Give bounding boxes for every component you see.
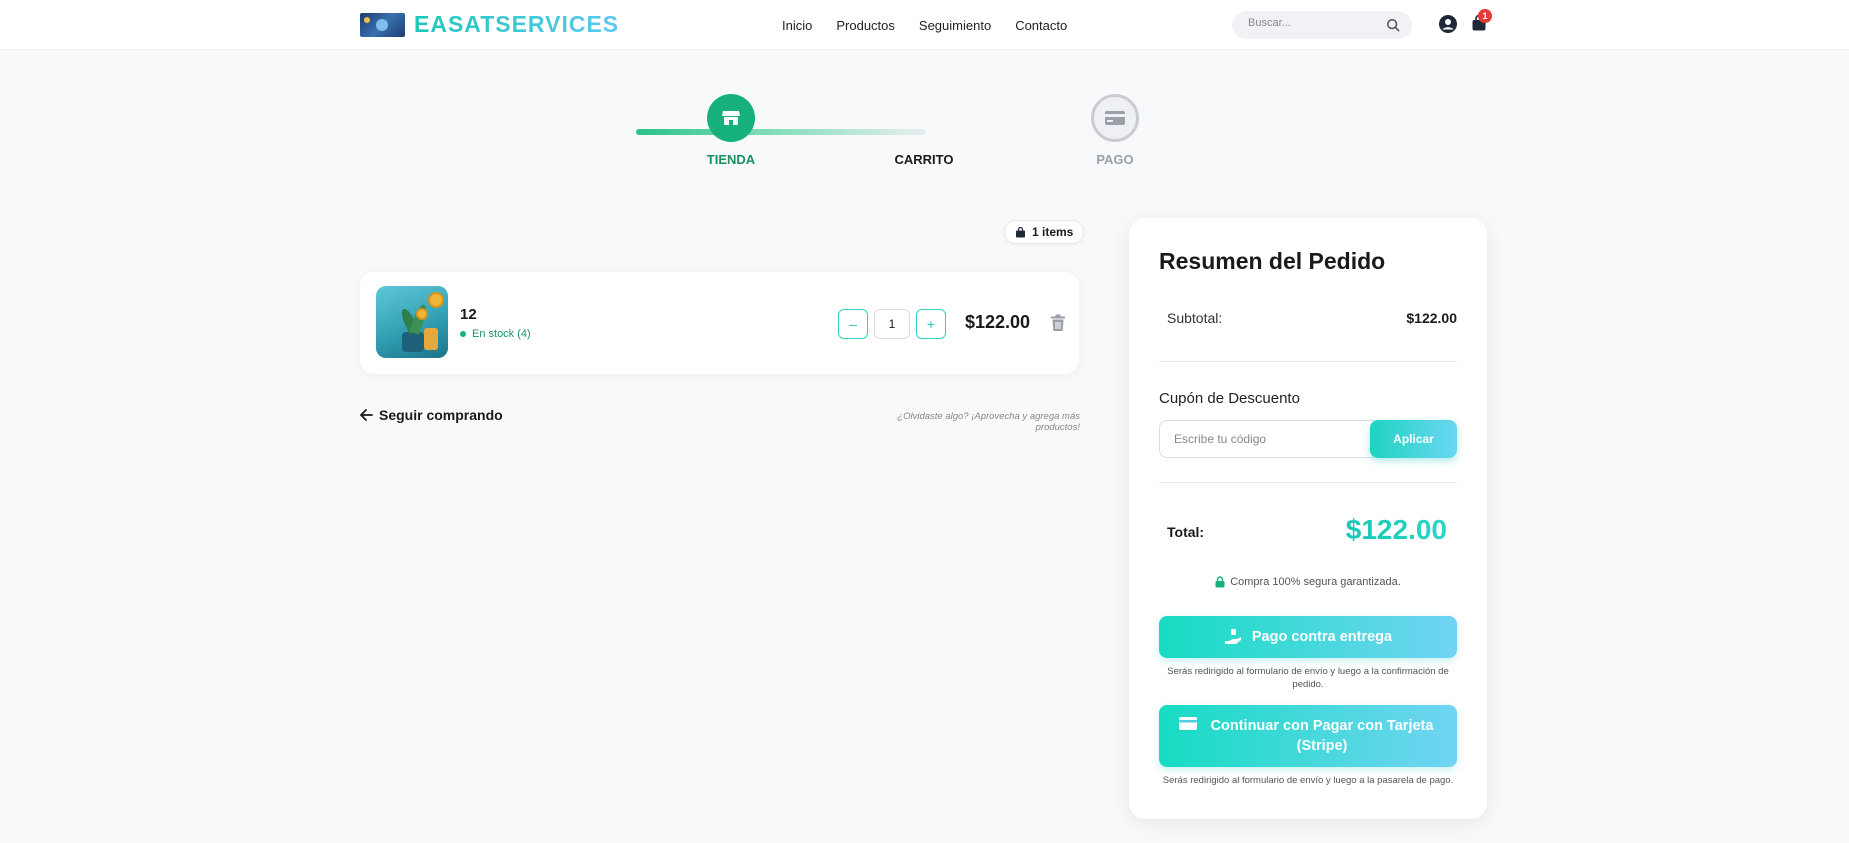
continue-shopping-link[interactable]: Seguir comprando — [360, 407, 503, 423]
summary-divider — [1159, 482, 1457, 483]
step-label-carrito: CARRITO — [894, 152, 954, 167]
nav-inicio[interactable]: Inicio — [782, 18, 812, 33]
cod-note: Serás redirigido al formulario de envío … — [1167, 666, 1449, 690]
cart-item-row: 12 En stock (4) – 1 + $122.00 — [360, 272, 1079, 374]
store-icon — [722, 111, 740, 125]
secure-text: Compra 100% segura garantizada. — [1230, 576, 1401, 588]
nav-contacto[interactable]: Contacto — [1015, 18, 1067, 33]
stock-status: En stock (4) — [460, 328, 531, 340]
total-value: $122.00 — [1345, 514, 1447, 545]
stock-text: En stock (4) — [472, 328, 531, 340]
summary-title: Resumen del Pedido — [1159, 248, 1386, 274]
items-count-badge: 1 items — [1004, 220, 1085, 244]
search-icon[interactable] — [1386, 18, 1400, 32]
item-price: $122.00 — [965, 312, 1031, 332]
stock-dot-icon — [460, 331, 466, 337]
credit-card-icon — [1105, 111, 1125, 125]
step-tienda — [707, 94, 755, 142]
secure-purchase-note: Compra 100% segura garantizada. — [1129, 576, 1487, 588]
arrow-left-icon — [360, 409, 373, 421]
step-pago — [1091, 94, 1139, 142]
search-input[interactable] — [1248, 17, 1388, 29]
trash-icon[interactable] — [1050, 314, 1066, 332]
credit-card-icon — [1179, 717, 1197, 730]
quantity-increase-button[interactable]: + — [916, 309, 946, 339]
cart-count-badge: 1 — [1478, 9, 1492, 23]
search-bar — [1232, 11, 1412, 39]
cash-on-delivery-button[interactable]: Pago contra entrega — [1159, 616, 1457, 658]
lock-icon — [1215, 576, 1225, 588]
user-icon[interactable] — [1439, 15, 1457, 33]
apply-coupon-button[interactable]: Aplicar — [1370, 420, 1457, 458]
product-name[interactable]: 12 — [460, 306, 477, 323]
product-thumbnail[interactable] — [376, 286, 448, 358]
card-label: Continuar con Pagar con Tarjeta (Stripe) — [1210, 718, 1434, 754]
site-header: EASATSERVICES Inicio Productos Seguimien… — [0, 0, 1849, 50]
quantity-value[interactable]: 1 — [874, 309, 910, 339]
order-summary-card: Resumen del Pedido Subtotal: $122.00 Cup… — [1129, 218, 1487, 819]
hand-money-icon — [1224, 629, 1241, 644]
bag-icon — [1016, 226, 1025, 237]
coupon-label: Cupón de Descuento — [1159, 390, 1300, 407]
subtotal-label: Subtotal: — [1167, 310, 1223, 326]
cod-label: Pago contra entrega — [1251, 629, 1393, 645]
brand-logo[interactable] — [360, 13, 405, 37]
subtotal-value: $122.00 — [1406, 310, 1457, 326]
coupon-input[interactable] — [1159, 420, 1374, 458]
main-nav: Inicio Productos Seguimiento Contacto — [782, 18, 1067, 33]
items-count-text: 1 items — [1032, 225, 1074, 239]
quantity-decrease-button[interactable]: – — [838, 309, 868, 339]
brand-name[interactable]: EASATSERVICES — [414, 11, 619, 38]
summary-divider — [1159, 361, 1457, 362]
checkout-progress-track — [636, 129, 926, 135]
card-note: Serás redirigido al formulario de envío … — [1162, 775, 1454, 786]
nav-seguimiento[interactable]: Seguimiento — [919, 18, 991, 33]
nav-productos[interactable]: Productos — [836, 18, 895, 33]
upsell-hint: ¿Olvidaste algo? ¡Aprovecha y agrega más… — [897, 411, 1080, 433]
total-label: Total: — [1167, 524, 1205, 540]
continue-shopping-label: Seguir comprando — [379, 407, 503, 423]
pay-with-card-button[interactable]: Continuar con Pagar con Tarjeta (Stripe) — [1159, 705, 1457, 767]
step-label-tienda: TIENDA — [706, 152, 756, 167]
step-label-pago: PAGO — [1096, 152, 1134, 167]
